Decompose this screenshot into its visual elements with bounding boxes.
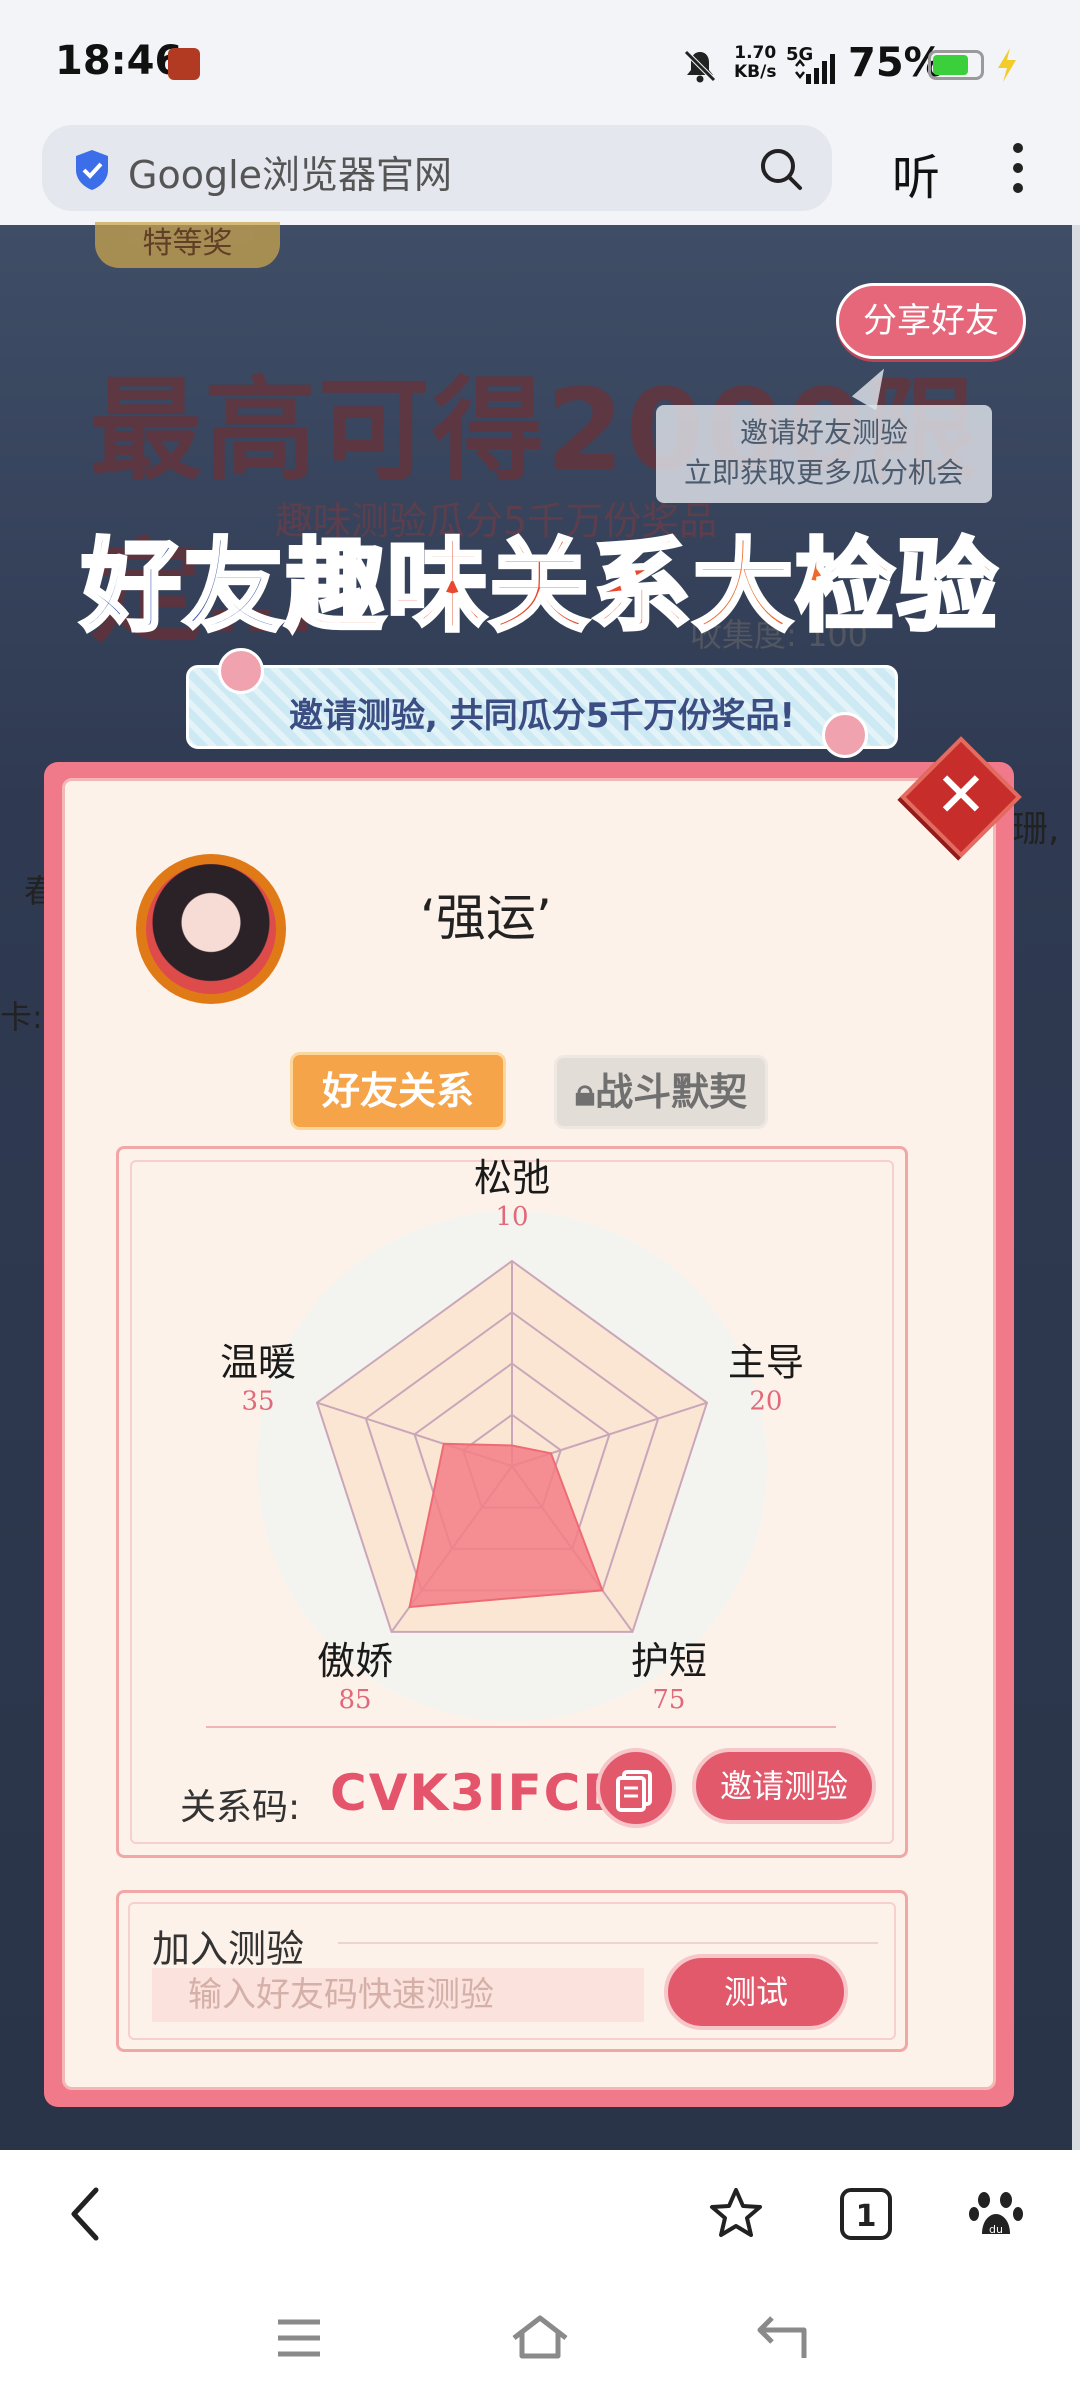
radar-axis-label: 温暖	[220, 1340, 296, 1384]
share-friend-button[interactable]: 分享好友	[836, 283, 1026, 359]
divider	[206, 1726, 836, 1728]
tab-friend-relation[interactable]: 好友关系	[290, 1052, 506, 1130]
menu-lines-icon[interactable]	[274, 2316, 324, 2360]
radar-axis-value: 20	[749, 1386, 782, 1416]
recent-back-icon[interactable]	[754, 2314, 810, 2362]
search-icon[interactable]	[758, 146, 804, 192]
radar-axis-value: 85	[339, 1685, 372, 1715]
back-arrow-icon[interactable]	[62, 2184, 112, 2244]
svg-text:du: du	[989, 2223, 1003, 2236]
invite-test-button[interactable]: 邀请测验	[692, 1748, 876, 1824]
username: ‘强运’	[420, 889, 552, 947]
network-speed-unit: KB/s	[734, 62, 777, 82]
baidu-paw-icon[interactable]: du	[968, 2184, 1024, 2244]
copy-icon	[616, 1770, 652, 1812]
relation-code-label: 关系码:	[180, 1787, 301, 1828]
status-time: 18:46	[55, 38, 183, 84]
address-text[interactable]: Google浏览器官网	[128, 144, 452, 199]
lock-icon: 🔒︎	[574, 1070, 596, 1114]
join-divider	[338, 1942, 878, 1944]
share-tip-line: 立即获取更多瓜分机会	[683, 456, 964, 489]
title-part: 大检验	[691, 526, 999, 647]
radar-axis-value: 10	[495, 1202, 528, 1232]
friend-code-input[interactable]	[152, 1968, 644, 2022]
copy-code-button[interactable]	[596, 1748, 676, 1828]
join-test-label: 加入测验	[152, 1927, 305, 1971]
tab-battle-tacit[interactable]: 🔒︎战斗默契	[554, 1055, 768, 1129]
radar-axis-label: 松弛	[474, 1156, 550, 1200]
background-side-text: 卡:	[0, 998, 43, 1036]
game-app-icon	[168, 48, 200, 80]
signal-icon	[795, 54, 835, 84]
radar-axis-value: 35	[242, 1386, 275, 1416]
radar-axis-label: 傲娇	[317, 1639, 393, 1683]
network-speed: 1.70 KB/s	[734, 44, 776, 82]
svg-text:1: 1	[856, 2199, 877, 2234]
battery-fill	[933, 55, 968, 75]
battery-icon	[928, 50, 984, 80]
relation-code-value: CVK3IFCB	[330, 1764, 623, 1822]
security-shield-icon	[76, 150, 108, 190]
bookmark-star-icon[interactable]	[706, 2184, 766, 2244]
test-button[interactable]: 测试	[664, 1954, 848, 2030]
tab-battle-label: 战斗默契	[595, 1070, 748, 1114]
charging-bolt-icon	[998, 48, 1016, 82]
home-icon[interactable]	[510, 2312, 570, 2362]
radar-axis-label: 护短	[631, 1639, 707, 1683]
avatar	[146, 864, 276, 994]
network-speed-value: 1.70	[734, 43, 777, 63]
more-menu-icon[interactable]	[1008, 138, 1028, 198]
event-title: 好友趣味关系大检验	[34, 505, 1046, 650]
radar-axis-label: 主导	[728, 1340, 804, 1384]
tabs-count-icon[interactable]: 1	[838, 2184, 894, 2244]
listen-button[interactable]: 听	[892, 138, 940, 208]
title-part: 好友	[79, 526, 285, 647]
prize-tag: 特等奖	[95, 222, 280, 268]
title-part: 趣味关系	[283, 526, 693, 647]
background-side-text: 珊,	[1012, 809, 1060, 850]
share-tip-line: 邀请好友测验	[739, 416, 908, 449]
invite-ribbon-text: 邀请测验, 共同瓜分5千万份奖品!	[289, 696, 795, 736]
share-tooltip: 邀请好友测验 立即获取更多瓜分机会	[656, 405, 992, 503]
browser-bottom-bar	[0, 2150, 1080, 2270]
close-icon[interactable]: ✕	[918, 752, 1004, 838]
mute-bell-icon	[684, 50, 716, 83]
radar-axis-value: 75	[652, 1685, 685, 1715]
